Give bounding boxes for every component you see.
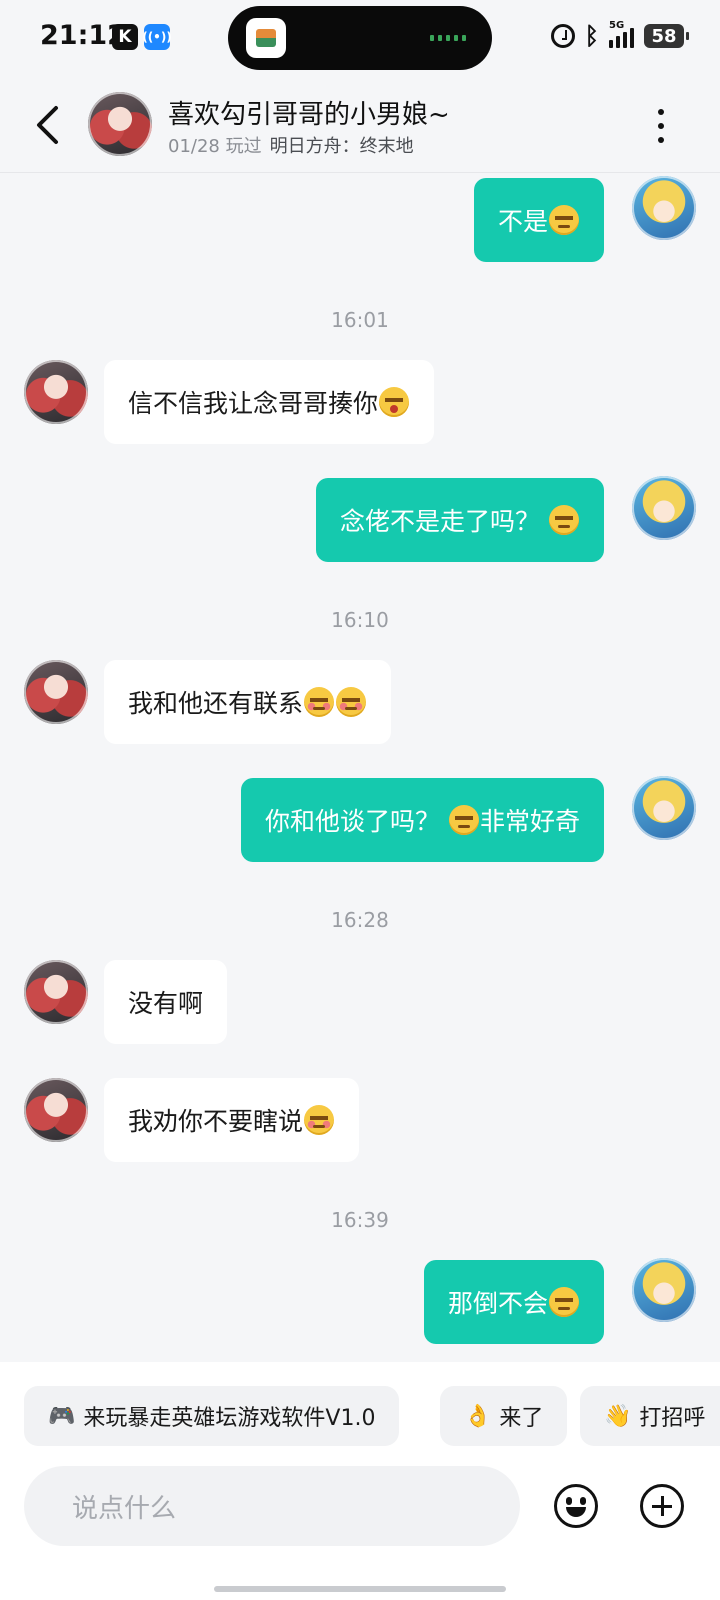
message-incoming[interactable]: 我劝你不要瞎说 bbox=[104, 1078, 360, 1162]
message-text: 非常好奇 bbox=[479, 807, 580, 836]
input-placeholder: 说点什么 bbox=[72, 1493, 177, 1524]
contact-avatar[interactable] bbox=[88, 92, 152, 156]
quick-reply-label: 来玩暴走英雄坛游戏软件V1.0 bbox=[83, 1406, 376, 1431]
message-text: 念佬不是走了吗？ bbox=[340, 507, 541, 536]
emoji-button[interactable] bbox=[554, 1484, 598, 1528]
add-attachment-button[interactable] bbox=[640, 1484, 684, 1528]
message-outgoing[interactable]: 那倒不会 bbox=[423, 1260, 604, 1344]
quick-reply-coming[interactable]: 👌 来了 bbox=[440, 1386, 568, 1446]
timestamp: 16:01 bbox=[331, 308, 389, 332]
timestamp: 16:10 bbox=[331, 608, 389, 632]
message-text: 我和他还有联系 bbox=[128, 689, 304, 718]
message-incoming[interactable]: 我和他还有联系 bbox=[104, 660, 392, 744]
blush-emoji-icon bbox=[304, 1105, 335, 1135]
message-text: 信不信我让念哥哥揍你 bbox=[128, 389, 379, 418]
message-outgoing[interactable]: 你和他谈了吗？ 非常好奇 bbox=[241, 778, 604, 862]
bluetooth-icon: ᛒ bbox=[584, 22, 599, 50]
more-options-button[interactable] bbox=[646, 106, 676, 146]
message-text: 没有啊 bbox=[128, 989, 204, 1018]
gamepad-icon: 🎮 bbox=[48, 1403, 76, 1429]
message-incoming[interactable]: 信不信我让念哥哥揍你 bbox=[104, 360, 435, 444]
dynamic-island[interactable] bbox=[228, 6, 492, 70]
ok-hand-icon: 👌 bbox=[464, 1403, 492, 1429]
chat-title: 喜欢勾引哥哥的小男娘~ bbox=[168, 100, 450, 130]
message-text: 那倒不会 bbox=[447, 1289, 548, 1318]
broadcast-icon: ((•)) bbox=[142, 24, 172, 50]
quick-reply-greet[interactable]: 👋 打招呼 bbox=[580, 1386, 720, 1446]
my-avatar[interactable] bbox=[632, 776, 696, 840]
chevron-left-icon bbox=[37, 106, 58, 144]
quick-reply-label: 打招呼 bbox=[639, 1406, 706, 1431]
contact-avatar[interactable] bbox=[24, 360, 88, 424]
alarm-icon bbox=[550, 24, 575, 48]
message-incoming[interactable]: 没有啊 bbox=[104, 960, 228, 1044]
my-avatar[interactable] bbox=[632, 176, 696, 240]
contact-avatar[interactable] bbox=[24, 960, 88, 1024]
battery-icon: 58 bbox=[644, 24, 689, 48]
message-text: 你和他谈了吗？ bbox=[265, 807, 441, 836]
message-input[interactable]: 说点什么 bbox=[24, 1466, 520, 1546]
message-text: 我劝你不要瞎说 bbox=[128, 1107, 304, 1136]
quick-reply-game[interactable]: 🎮 来玩暴走英雄坛游戏软件V1.0 bbox=[24, 1386, 400, 1446]
back-button[interactable] bbox=[30, 100, 64, 150]
wave-hand-icon: 👋 bbox=[604, 1403, 632, 1429]
status-bar: 21:12 K ((•)) ᛒ 5G 58 bbox=[0, 0, 720, 80]
quick-reply-label: 来了 bbox=[499, 1406, 544, 1431]
timestamp: 16:28 bbox=[331, 908, 389, 932]
timestamp: 16:39 bbox=[331, 1208, 389, 1232]
chat-subtitle: 01/28 玩过 明日方舟：终末地 bbox=[168, 132, 414, 158]
home-indicator[interactable] bbox=[214, 1586, 506, 1592]
smirk-emoji-icon bbox=[448, 805, 479, 835]
game-app-icon bbox=[246, 18, 286, 58]
contact-avatar[interactable] bbox=[24, 1078, 88, 1142]
my-avatar[interactable] bbox=[632, 1258, 696, 1322]
smirk-emoji-icon bbox=[549, 205, 579, 235]
smirk-emoji-icon bbox=[549, 505, 579, 535]
contact-avatar[interactable] bbox=[24, 660, 88, 724]
blush-emoji-icon bbox=[336, 687, 367, 717]
message-outgoing[interactable]: 不是 bbox=[473, 178, 604, 262]
signal-icon: 5G bbox=[609, 20, 634, 48]
shocked-emoji-icon bbox=[379, 387, 410, 417]
smirk-emoji-icon bbox=[549, 1287, 579, 1317]
message-text: 不是 bbox=[497, 207, 548, 236]
my-avatar[interactable] bbox=[632, 476, 696, 540]
chat-header: 喜欢勾引哥哥的小男娘~ 01/28 玩过 明日方舟：终末地 bbox=[0, 80, 720, 173]
blush-emoji-icon bbox=[304, 687, 335, 717]
played-date: 01/28 玩过 bbox=[168, 136, 262, 157]
audio-wave-icon bbox=[430, 35, 466, 41]
message-outgoing[interactable]: 念佬不是走了吗？ bbox=[316, 478, 604, 562]
game-name: 明日方舟：终末地 bbox=[269, 136, 414, 157]
k-app-icon: K bbox=[112, 24, 138, 50]
